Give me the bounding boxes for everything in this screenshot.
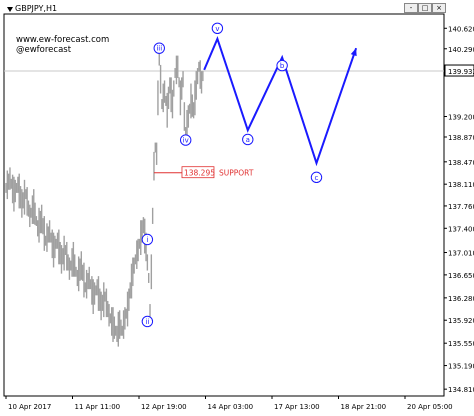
- wave-label-i: i: [146, 236, 148, 244]
- x-tick-label: 14 Apr 03:00: [208, 403, 254, 411]
- x-tick-label: 11 Apr 11:00: [75, 403, 121, 411]
- wave-label-c: c: [315, 174, 319, 182]
- y-tick-label: 137.010: [448, 250, 474, 258]
- wave-label-ii: ii: [145, 318, 149, 326]
- x-tick-label: 20 Apr 05:00: [407, 403, 453, 411]
- y-tick-label: 136.280: [448, 295, 474, 303]
- y-tick-label: 139.200: [448, 113, 474, 121]
- projection-arrow-head: [350, 48, 357, 57]
- y-tick-label: 136.650: [448, 272, 474, 280]
- wave-label-iv: iv: [183, 137, 189, 145]
- y-tick-label: 137.760: [448, 203, 474, 211]
- projection-path: [203, 36, 358, 167]
- price-chart: 140.620 140.290 139.932 139.200 138.870 138.4…: [3, 13, 474, 411]
- x-tick-label: 10 Apr 2017: [8, 403, 51, 411]
- wave-label-v: v: [215, 25, 219, 33]
- support-value: 138.295: [184, 169, 215, 178]
- y-tick-label: 135.190: [448, 363, 474, 371]
- y-tick-label: 134.810: [448, 386, 474, 394]
- y-tick-label: 139.932: [448, 68, 474, 76]
- y-tick-label: 138.870: [448, 134, 474, 142]
- y-tick-label: 135.920: [448, 317, 474, 325]
- x-tick-label: 18 Apr 21:00: [341, 403, 387, 411]
- y-tick-label: 138.110: [448, 181, 474, 189]
- x-tick-label: 17 Apr 13:00: [274, 403, 320, 411]
- y-tick-label: 140.290: [448, 46, 474, 54]
- wave-label-a: a: [246, 136, 250, 144]
- y-tick-label: 137.400: [448, 225, 474, 233]
- wave-label-iii: iii: [156, 45, 162, 53]
- y-tick-label: 135.550: [448, 340, 474, 348]
- y-tick-label: 138.470: [448, 159, 474, 167]
- chart-window: GBPJPY,H1 - □ × www.ew-forecast.com @ewf…: [0, 0, 474, 416]
- x-tick-label: 12 Apr 19:00: [141, 403, 187, 411]
- y-tick-label: 140.620: [448, 25, 474, 33]
- wave-label-b: b: [280, 62, 285, 70]
- support-label: SUPPORT: [219, 169, 254, 178]
